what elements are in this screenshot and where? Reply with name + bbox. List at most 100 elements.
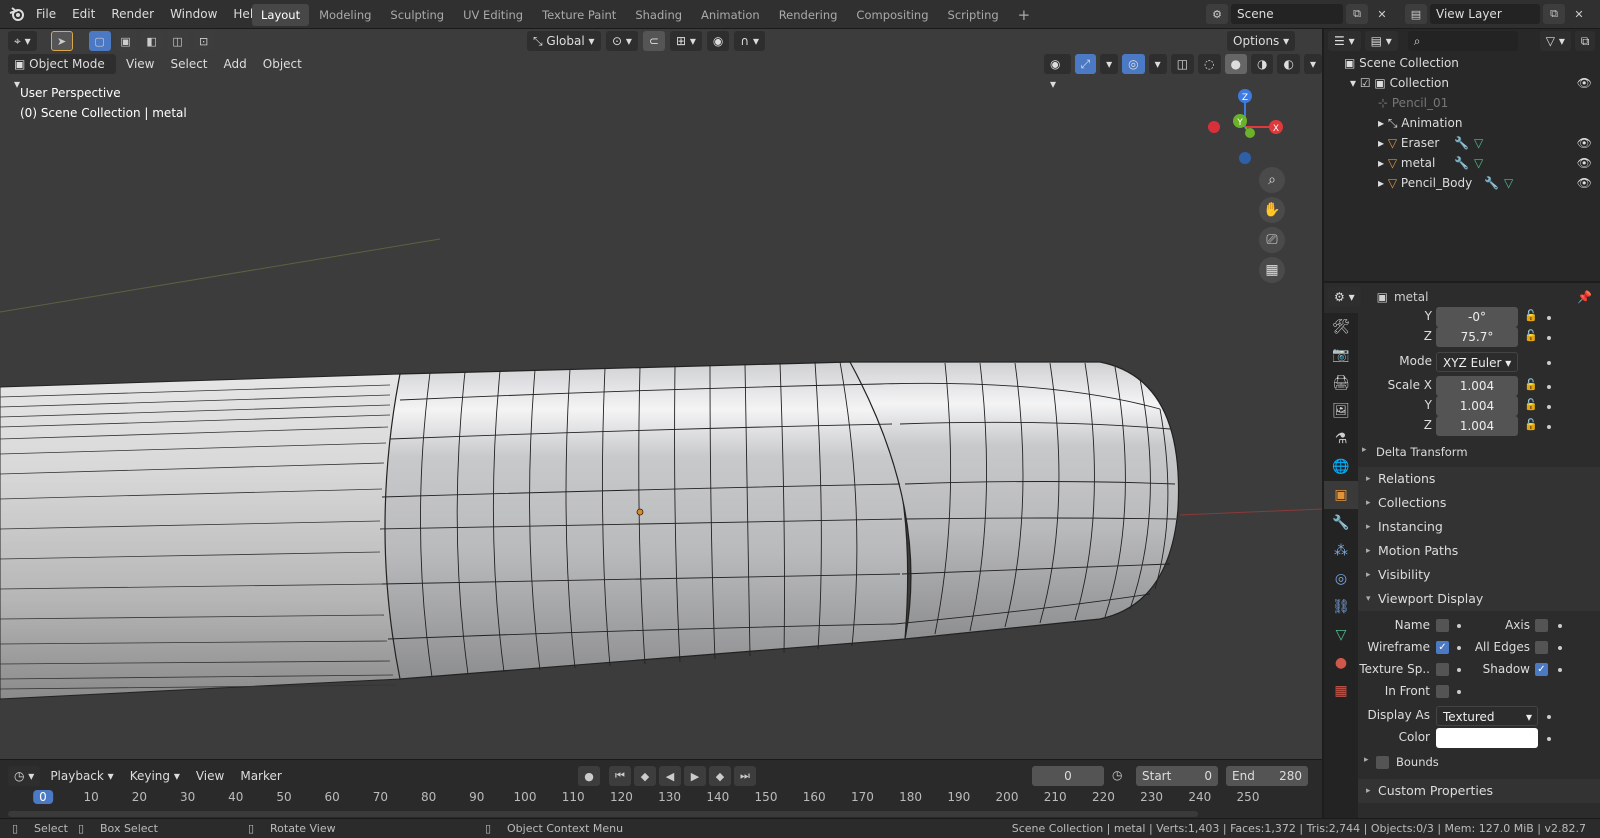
navigation-gizmo[interactable]: Z X Y <box>1200 85 1300 175</box>
keyframe-dot-icon[interactable] <box>1457 668 1461 672</box>
tab-animation[interactable]: Animation <box>692 4 769 26</box>
preview-range-icon[interactable]: ◷ <box>1112 768 1122 782</box>
pin-icon[interactable]: 📌 <box>1577 290 1592 304</box>
lock-icon[interactable]: 🔓 <box>1524 329 1538 342</box>
panel-custom-properties[interactable]: ▸ Custom Properties <box>1358 779 1600 803</box>
keyframe-dot-icon[interactable] <box>1547 737 1551 741</box>
record-icon[interactable]: ● <box>578 766 600 786</box>
rotation-mode-dropdown[interactable]: XYZ Euler ▾ <box>1436 352 1518 372</box>
pencil-body-visibility-eye-icon[interactable]: 👁 <box>1577 173 1592 193</box>
zoom-icon[interactable]: ⌕ <box>1259 167 1285 193</box>
add-workspace-button[interactable]: + <box>1009 4 1040 26</box>
blender-logo-icon[interactable] <box>8 5 26 23</box>
expand-arrow-icon[interactable]: ▸ <box>1378 176 1388 190</box>
menu-window[interactable]: Window <box>162 0 225 29</box>
gizmo-neg-z-icon[interactable] <box>1239 152 1251 164</box>
display-mode-icon[interactable]: ▤ ▾ <box>1364 31 1398 51</box>
new-view-layer-icon[interactable]: ⧉ <box>1543 4 1565 24</box>
mesh-render[interactable] <box>0 29 1322 759</box>
tab-layout[interactable]: Layout <box>252 4 310 26</box>
keyframe-dot-icon[interactable] <box>1457 624 1461 628</box>
tab-uv-editing[interactable]: UV Editing <box>454 4 532 26</box>
tab-modifier-icon[interactable]: 🔧 <box>1324 509 1358 537</box>
gizmo-neg-x-icon[interactable] <box>1208 121 1220 133</box>
play-icon[interactable]: ▶ <box>684 766 706 786</box>
tab-view-layer-icon[interactable]: 🖼 <box>1324 397 1358 425</box>
menu-keying[interactable]: Keying ▾ <box>124 766 186 786</box>
keyframe-dot-icon[interactable] <box>1457 646 1461 650</box>
menu-marker[interactable]: Marker <box>234 766 287 786</box>
lock-icon[interactable]: 🔓 <box>1524 418 1538 431</box>
expand-arrow-icon[interactable]: ▸ <box>1378 116 1388 130</box>
display-shadow-checkbox[interactable]: ✓ <box>1535 663 1548 676</box>
menu-playback[interactable]: Playback ▾ <box>44 766 119 786</box>
lock-icon[interactable]: 🔓 <box>1524 378 1538 391</box>
display-name-checkbox[interactable] <box>1436 619 1449 632</box>
view-layer-icon[interactable]: ▤ <box>1405 4 1427 24</box>
tab-rendering[interactable]: Rendering <box>770 4 847 26</box>
gizmo-neg-y-icon[interactable] <box>1245 128 1255 138</box>
scene-icon[interactable]: ⚙ <box>1206 4 1228 24</box>
expand-arrow-icon[interactable]: ▸ <box>1378 156 1388 170</box>
jump-end-icon[interactable]: ⏭ <box>734 766 756 786</box>
tab-tool-icon[interactable]: 🛠 <box>1324 313 1358 341</box>
outliner-item-metal[interactable]: ▸ ▽ metal 🔧 ▽ 👁 <box>1324 153 1600 173</box>
ortho-grid-icon[interactable]: ▦ <box>1259 257 1285 283</box>
bounds-subpanel[interactable]: ▸ Bounds <box>1360 755 1439 769</box>
rotation-y-field[interactable]: -0° <box>1436 307 1518 327</box>
display-color-swatch[interactable] <box>1436 728 1538 748</box>
frame-ruler[interactable]: 0 10 20 30 40 50 60 70 80 90 100 110 120 130 140 150 160… <box>0 788 1322 810</box>
outliner-editor-type-icon[interactable]: ☰ ▾ <box>1328 31 1361 51</box>
menu-render[interactable]: Render <box>103 0 162 29</box>
new-scene-icon[interactable]: ⧉ <box>1346 4 1368 24</box>
keyframe-dot-icon[interactable] <box>1547 336 1551 340</box>
end-frame-field[interactable]: End 280 <box>1226 766 1308 786</box>
keyframe-dot-icon[interactable] <box>1457 690 1461 694</box>
bounds-checkbox[interactable] <box>1376 756 1389 769</box>
tab-modeling[interactable]: Modeling <box>310 4 380 26</box>
delta-transform-subpanel[interactable]: ▸ Delta Transform <box>1360 445 1468 459</box>
display-axis-checkbox[interactable] <box>1535 619 1548 632</box>
camera-view-icon[interactable]: ⎚ <box>1259 227 1285 253</box>
metal-visibility-eye-icon[interactable]: 👁 <box>1577 153 1592 173</box>
delete-scene-icon[interactable]: ✕ <box>1371 4 1393 24</box>
tab-scripting[interactable]: Scripting <box>939 4 1008 26</box>
tab-texture-paint[interactable]: Texture Paint <box>533 4 625 26</box>
keyframe-dot-icon[interactable] <box>1547 361 1551 365</box>
lock-icon[interactable]: 🔓 <box>1524 398 1538 411</box>
tab-render-icon[interactable]: 📷 <box>1324 341 1358 369</box>
expand-arrow-icon[interactable]: ▸ <box>1378 136 1388 150</box>
outliner-item-pencil-body[interactable]: ▸ ▽ Pencil_Body 🔧 ▽ 👁 <box>1324 173 1600 193</box>
pan-hand-icon[interactable]: ✋ <box>1259 197 1285 223</box>
display-wireframe-checkbox[interactable]: ✓ <box>1436 641 1449 654</box>
tab-compositing[interactable]: Compositing <box>847 4 937 26</box>
new-collection-icon[interactable]: ⧉ <box>1574 31 1596 51</box>
menu-file[interactable]: File <box>28 0 64 29</box>
tab-world-icon[interactable]: 🌐 <box>1324 453 1358 481</box>
outliner-item-animation[interactable]: ▸ ⤡ Animation <box>1324 113 1600 133</box>
panel-collections[interactable]: ▸ Collections <box>1358 491 1600 515</box>
delete-view-layer-icon[interactable]: ✕ <box>1568 4 1590 24</box>
eraser-visibility-eye-icon[interactable]: 👁 <box>1577 133 1592 153</box>
display-as-dropdown[interactable]: Textured ▾ <box>1436 706 1538 726</box>
scale-y-field[interactable]: 1.004 <box>1436 396 1518 416</box>
tab-output-icon[interactable]: 🖨 <box>1324 369 1358 397</box>
menu-timeline-view[interactable]: View <box>190 766 230 786</box>
timeline-editor-type-icon[interactable]: ◷ ▾ <box>8 766 41 786</box>
tab-physics-icon[interactable]: ◎ <box>1324 565 1358 593</box>
menu-edit[interactable]: Edit <box>64 0 103 29</box>
panel-instancing[interactable]: ▸ Instancing <box>1358 515 1600 539</box>
timeline-scrollbar[interactable] <box>8 811 1198 817</box>
tab-scene-icon[interactable]: ⚗ <box>1324 425 1358 453</box>
filter-icon[interactable]: ▽ ▾ <box>1539 31 1571 51</box>
outliner-search-input[interactable]: ⌕ <box>1407 31 1518 51</box>
display-in-front-checkbox[interactable] <box>1436 685 1449 698</box>
collection-visibility-eye-icon[interactable]: 👁 <box>1577 73 1592 93</box>
outliner-collection[interactable]: ▾ ☑ ▣ Collection 👁 <box>1324 73 1600 93</box>
collection-checkbox[interactable]: ☑ <box>1360 76 1375 90</box>
properties-editor-type-icon[interactable]: ⚙ ▾ <box>1328 287 1361 307</box>
view-layer-field[interactable]: View Layer <box>1430 4 1540 24</box>
keyframe-dot-icon[interactable] <box>1547 425 1551 429</box>
keyframe-dot-icon[interactable] <box>1558 646 1562 650</box>
display-all-edges-checkbox[interactable] <box>1535 641 1548 654</box>
